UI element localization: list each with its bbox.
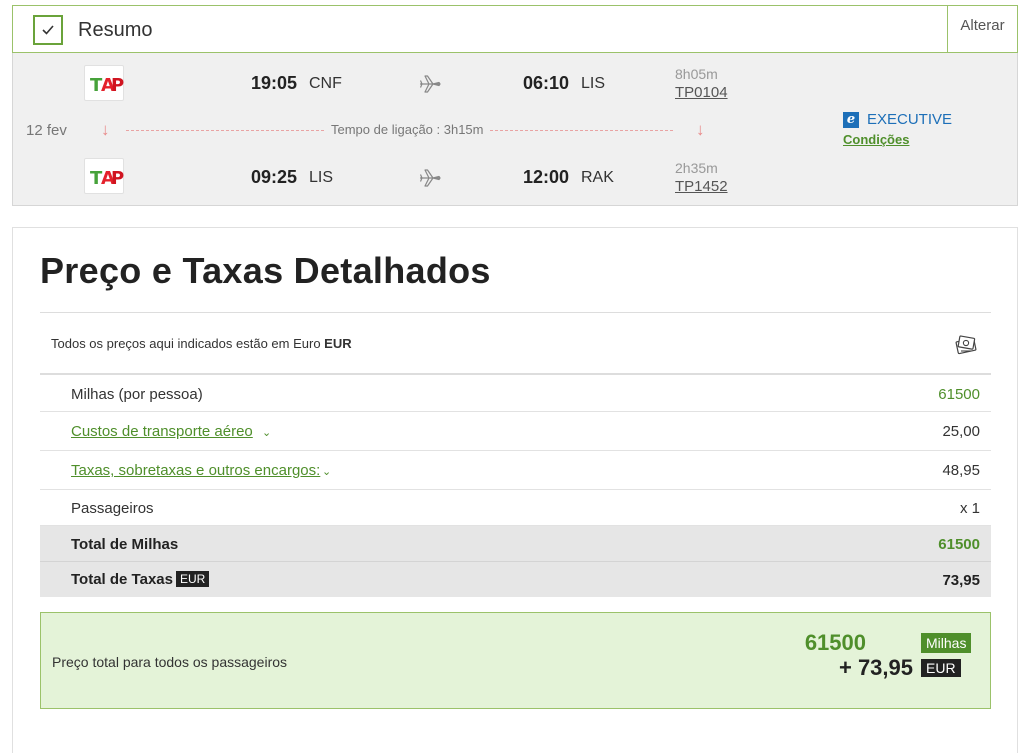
total-miles-row: Total de Milhas 61500: [40, 526, 991, 562]
connection-time: Tempo de ligação : 3h15m: [331, 122, 484, 137]
arrow-down-icon: ↓: [696, 120, 705, 139]
total-miles-value: 61500: [938, 536, 980, 553]
departure-time: 09:25: [251, 167, 298, 187]
connection-divider: [126, 130, 324, 131]
passengers-label: Passageiros: [71, 500, 154, 517]
chevron-down-icon[interactable]: ⌄: [322, 465, 331, 478]
cabin-name: EXECUTIVE: [867, 111, 953, 128]
grand-total-miles: 61500: [804, 630, 866, 655]
flight-segment: T A P 19:05 CNF 06:10 LIS 8h05m TP0104: [13, 63, 1017, 113]
connection-divider: [490, 130, 673, 131]
eur-badge: EUR: [921, 659, 961, 677]
total-taxes-value: 73,95: [942, 572, 980, 589]
eur-badge: EUR: [175, 571, 210, 587]
arrival-time: 12:00: [523, 167, 570, 187]
airline-logo: T A P: [84, 65, 124, 101]
total-miles-label: Total de Milhas: [71, 536, 179, 553]
taxes-link[interactable]: Taxas, sobretaxas e outros encargos:: [71, 462, 320, 479]
grand-total-eur: + 73,95: [838, 655, 913, 680]
total-taxes-row: Total de Taxas EUR 73,95: [40, 562, 991, 597]
departure-airport: CNF: [309, 75, 342, 92]
arrival-time: 06:10: [523, 73, 570, 93]
flight-number-link[interactable]: TP1452: [675, 178, 728, 195]
conditions-link[interactable]: Condições: [843, 132, 909, 147]
miles-badge: Milhas: [921, 633, 972, 653]
flight-itinerary: T A P 19:05 CNF 06:10 LIS 8h05m TP0104 1…: [12, 53, 1018, 206]
price-row-transport[interactable]: Custos de transporte aéreo ⌄ 25,00: [40, 412, 991, 451]
arrival-airport: RAK: [581, 169, 614, 186]
departure-airport: LIS: [309, 169, 334, 186]
page-title: Preço e Taxas Detalhados: [40, 250, 491, 291]
summary-title: Resumo: [78, 19, 153, 41]
passengers-value: x 1: [959, 500, 980, 517]
summary-header: Resumo Alterar: [12, 5, 1018, 53]
chevron-down-icon[interactable]: ⌄: [262, 426, 271, 439]
taxes-value: 48,95: [942, 462, 980, 479]
flight-duration: 2h35m: [675, 160, 718, 176]
currency-code: EUR: [324, 336, 352, 351]
price-row-taxes[interactable]: Taxas, sobretaxas e outros encargos: ⌄ 4…: [40, 451, 991, 490]
currency-converter-icon[interactable]: [953, 331, 979, 357]
transport-costs-value: 25,00: [942, 423, 980, 440]
flight-duration: 8h05m: [675, 66, 718, 82]
plane-icon: [419, 75, 441, 93]
transport-costs-link[interactable]: Custos de transporte aéreo: [71, 423, 253, 440]
alter-button[interactable]: Alterar: [947, 6, 1017, 52]
flight-segment: T A P 09:25 LIS 12:00 RAK 2h35m TP1452: [13, 156, 1017, 206]
grand-total-box: Preço total para todos os passageiros 61…: [40, 612, 991, 709]
miles-label: Milhas (por pessoa): [71, 386, 203, 403]
arrow-down-icon: ↓: [101, 120, 110, 139]
currency-note: Todos os preços aqui indicados estão em …: [40, 312, 991, 375]
flight-date: 12 fev: [26, 122, 67, 139]
flight-number-link[interactable]: TP0104: [675, 84, 728, 101]
currency-note-text: Todos os preços aqui indicados estão em …: [51, 336, 325, 351]
price-row-passengers: Passageiros x 1: [40, 490, 991, 526]
price-row-miles: Milhas (por pessoa) 61500: [40, 376, 991, 412]
arrival-airport: LIS: [581, 75, 606, 92]
grand-total-label: Preço total para todos os passageiros: [52, 654, 288, 670]
miles-value: 61500: [938, 386, 980, 403]
total-taxes-label: Total de Taxas: [71, 571, 173, 588]
checkmark-icon: [33, 15, 63, 45]
airline-logo: T A P: [84, 158, 124, 194]
plane-icon: [419, 169, 441, 187]
departure-time: 19:05: [251, 73, 298, 93]
price-details-card: Preço e Taxas Detalhados Todos os preços…: [12, 227, 1018, 753]
executive-icon: e: [843, 112, 859, 128]
